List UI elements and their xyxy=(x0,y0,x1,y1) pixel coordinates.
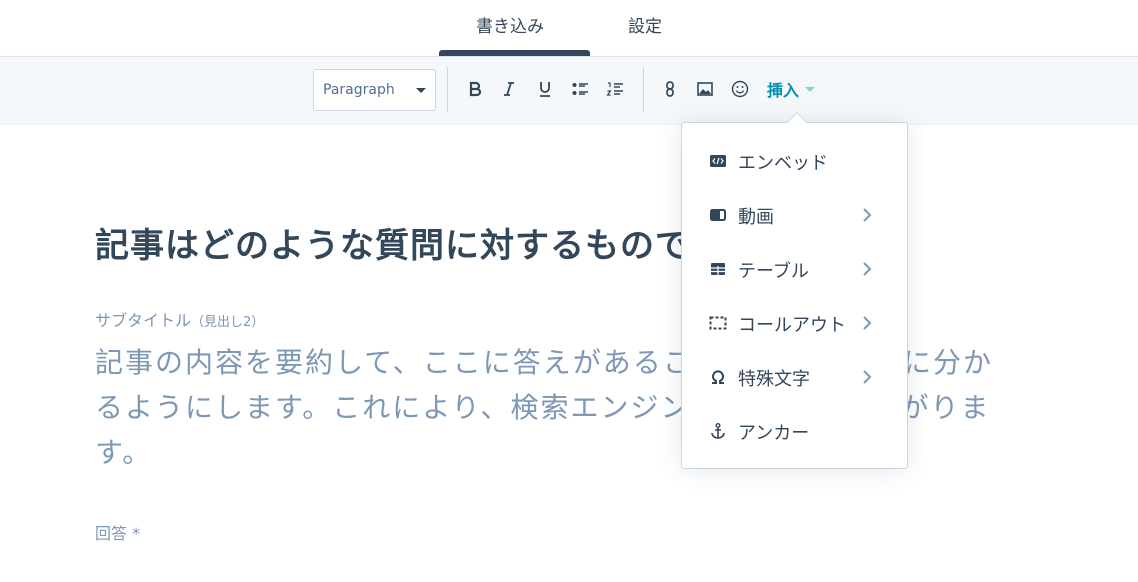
embed-icon xyxy=(710,155,726,167)
menu-item-label: アンカー xyxy=(738,423,810,444)
toolbar-divider xyxy=(643,67,644,112)
italic-button[interactable] xyxy=(497,77,521,101)
bulleted-list-icon xyxy=(572,83,588,95)
image-button[interactable] xyxy=(693,77,717,101)
menu-item-label: 動画 xyxy=(738,207,774,228)
chevron-right-icon xyxy=(863,316,872,330)
answer-label: 回答 * xyxy=(95,524,141,543)
subtitle-label-text: サブタイトル xyxy=(95,311,192,330)
emoji-button[interactable] xyxy=(728,77,752,101)
underline-button[interactable] xyxy=(533,77,557,101)
toolbar-divider xyxy=(447,67,448,112)
active-tab-indicator xyxy=(439,50,590,56)
italic-icon xyxy=(504,82,514,96)
caret-down-icon xyxy=(416,88,426,93)
subtitle-label-note: （見出し2） xyxy=(191,315,265,330)
omega-icon xyxy=(712,370,724,384)
menu-item-callout[interactable]: コールアウト xyxy=(682,303,907,343)
numbered-list-button[interactable] xyxy=(603,77,627,101)
link-icon xyxy=(666,81,674,97)
tab-settings[interactable]: 設定 xyxy=(628,12,662,37)
block-format-select[interactable]: Paragraph xyxy=(313,69,436,111)
numbered-list-icon xyxy=(606,82,623,96)
chevron-right-icon xyxy=(863,262,872,276)
menu-item-video[interactable]: 動画 xyxy=(682,195,907,235)
menu-item-table[interactable]: テーブル xyxy=(682,249,907,289)
menu-item-embed[interactable]: エンベッド xyxy=(682,141,907,181)
menu-item-label: エンベッド xyxy=(738,153,828,174)
subtitle-label: サブタイトル（見出し2） xyxy=(95,307,264,331)
emoji-icon xyxy=(731,80,749,98)
bulleted-list-button[interactable] xyxy=(568,77,592,101)
chevron-right-icon xyxy=(863,208,872,222)
link-button[interactable] xyxy=(658,77,682,101)
menu-item-label: テーブル xyxy=(738,261,809,282)
image-icon xyxy=(697,82,713,96)
menu-item-label: 特殊文字 xyxy=(738,369,810,390)
bold-icon xyxy=(469,81,482,97)
bold-button[interactable] xyxy=(463,77,487,101)
editor-page: 書き込み 設定 Paragraph 挿入 記事はどのような質問に対するものですか… xyxy=(0,0,1138,582)
menu-item-label: コールアウト xyxy=(738,315,846,336)
chevron-right-icon xyxy=(863,370,872,384)
anchor-icon xyxy=(711,423,725,439)
table-icon xyxy=(711,263,725,275)
menu-item-anchor[interactable]: アンカー xyxy=(682,411,907,451)
editor-toolbar: Paragraph 挿入 xyxy=(0,57,1138,125)
block-format-value: Paragraph xyxy=(323,82,395,98)
tab-write[interactable]: 書き込み xyxy=(476,12,544,37)
menu-item-special-characters[interactable]: 特殊文字 xyxy=(682,357,907,397)
tab-bar: 書き込み 設定 xyxy=(0,0,1138,57)
underline-icon xyxy=(540,82,550,97)
insert-dropdown: エンベッド 動画 テーブル コールアウト 特殊文字 アンカー xyxy=(681,112,908,469)
callout-icon xyxy=(709,316,727,330)
insert-menu-button[interactable]: 挿入 xyxy=(767,78,816,100)
video-icon xyxy=(710,209,726,221)
insert-label: 挿入 xyxy=(767,81,800,100)
caret-down-icon xyxy=(805,86,816,92)
